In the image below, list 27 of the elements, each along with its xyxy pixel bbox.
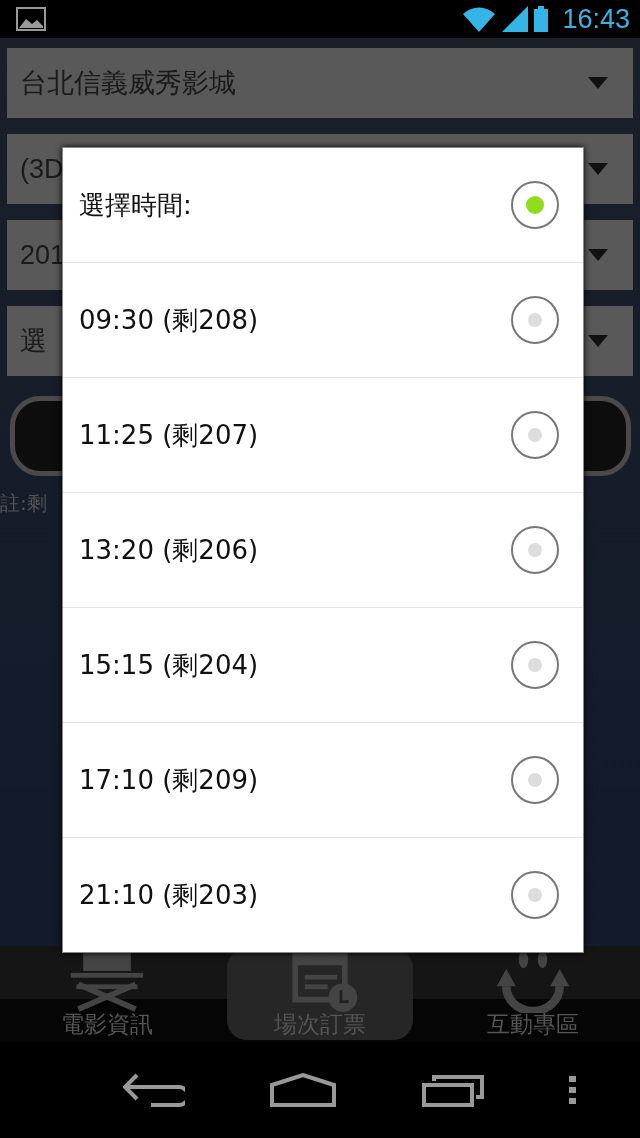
time-option[interactable]: 13:20 (剩206)	[63, 493, 583, 608]
home-icon[interactable]	[270, 1073, 337, 1107]
radio-button[interactable]	[511, 871, 559, 919]
time-option[interactable]: 11:25 (剩207)	[63, 378, 583, 493]
radio-button[interactable]	[511, 411, 559, 459]
clock: 16:43	[562, 3, 630, 35]
radio-button[interactable]	[511, 296, 559, 344]
radio-button[interactable]	[511, 181, 559, 229]
caret-icon	[588, 77, 608, 89]
menu-icon[interactable]	[569, 1076, 578, 1104]
time-option[interactable]: 15:15 (剩204)	[63, 608, 583, 723]
radio-button[interactable]	[511, 641, 559, 689]
note-text: 註:剩	[0, 490, 47, 517]
time-option[interactable]: 09:30 (剩208)	[63, 263, 583, 378]
radio-button[interactable]	[511, 756, 559, 804]
image-icon	[16, 7, 46, 31]
caret-icon	[588, 249, 608, 261]
caret-icon	[588, 163, 608, 175]
radio-button[interactable]	[511, 526, 559, 574]
recent-apps-icon[interactable]	[421, 1073, 484, 1107]
caret-icon	[588, 335, 608, 347]
battery-icon	[534, 6, 549, 32]
time-option[interactable]: 選擇時間:	[63, 148, 583, 263]
wifi-icon	[462, 6, 497, 32]
back-icon[interactable]	[122, 1073, 185, 1107]
time-option[interactable]: 17:10 (剩209)	[63, 723, 583, 838]
signal-icon	[502, 6, 529, 32]
